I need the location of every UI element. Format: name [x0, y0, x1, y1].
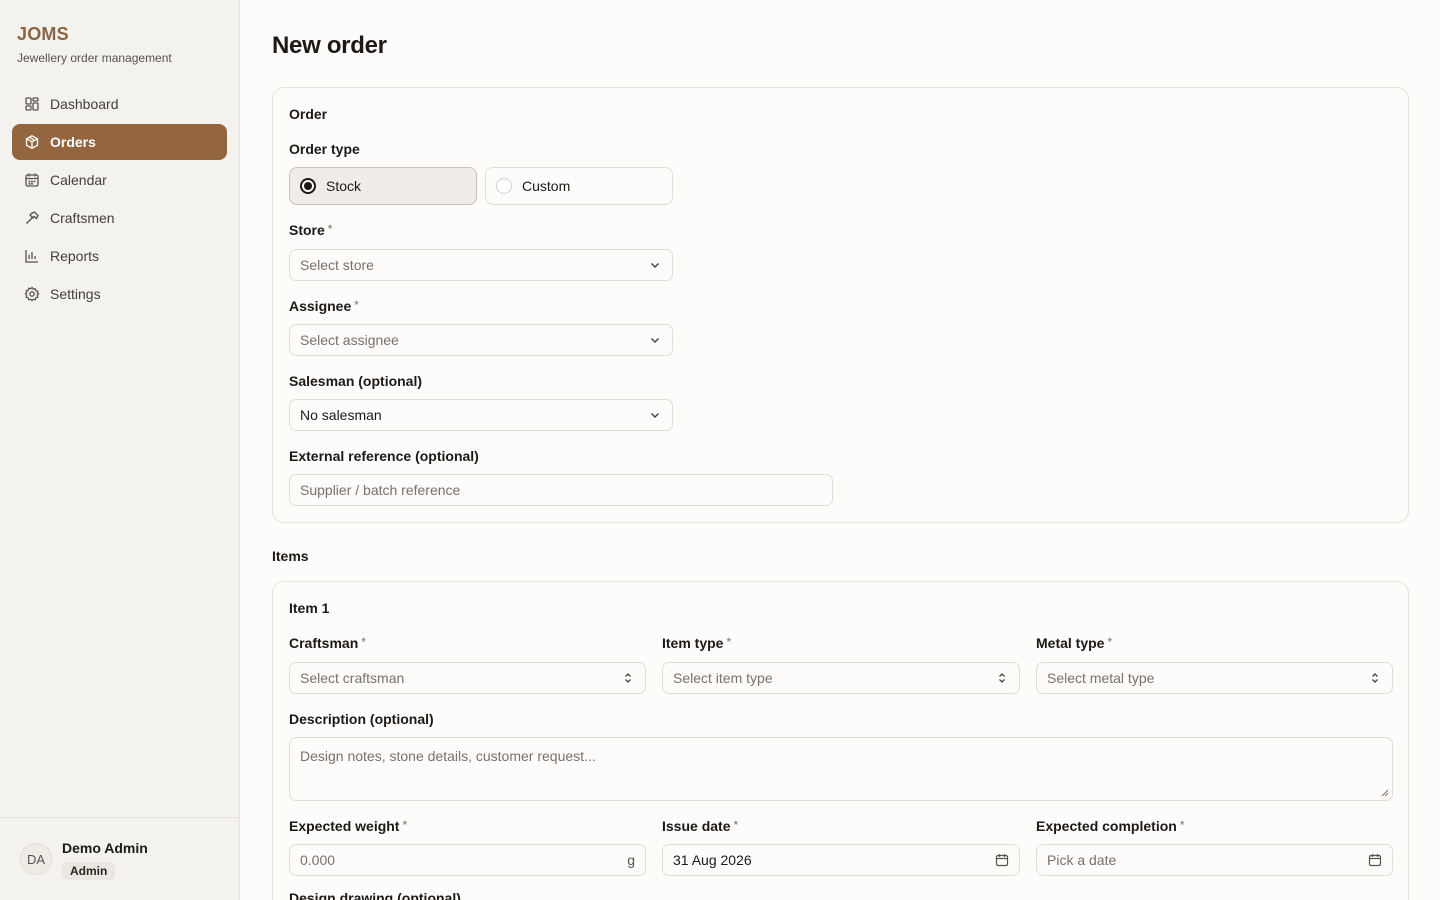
sidebar-item-orders[interactable]: Orders	[12, 124, 227, 160]
page-title: New order	[272, 32, 387, 59]
app-subtitle: Jewellery order management	[17, 51, 172, 65]
dashboard-icon	[25, 97, 39, 111]
order-type-custom-option[interactable]: Custom	[485, 167, 673, 205]
store-select[interactable]: Select store	[289, 249, 673, 281]
issue-date-value: 31 Aug 2026	[673, 852, 752, 868]
brand: JOMS Jewellery order management	[17, 24, 172, 65]
craftsman-label: Craftsman *	[289, 635, 366, 651]
expected-completion-placeholder: Pick a date	[1047, 852, 1117, 868]
issue-date-picker[interactable]: 31 Aug 2026	[662, 844, 1020, 876]
external-reference-placeholder: Supplier / batch reference	[300, 482, 461, 498]
metal-type-placeholder: Select metal type	[1047, 670, 1155, 686]
salesman-label: Salesman (optional)	[289, 373, 423, 389]
design-drawing-label: Design drawing (optional)	[289, 890, 461, 900]
chevrons-up-down-icon	[625, 673, 631, 683]
order-card: Order Order type Stock Custom Store * Sel…	[272, 87, 1409, 523]
calendar-icon	[25, 173, 39, 187]
radio-checked-icon	[300, 178, 316, 194]
resize-handle-icon[interactable]	[1381, 789, 1389, 797]
avatar: DA	[20, 843, 52, 875]
chevrons-up-down-icon	[1372, 673, 1378, 683]
sidebar-item-craftsmen[interactable]: Craftsmen	[12, 200, 227, 236]
issue-date-label: Issue date *	[662, 818, 739, 834]
expected-completion-label: Expected completion *	[1036, 818, 1185, 834]
craftsman-placeholder: Select craftsman	[300, 670, 405, 686]
external-reference-label: External reference (optional)	[289, 448, 479, 464]
description-label: Description (optional)	[289, 711, 434, 727]
sidebar-item-label: Settings	[50, 286, 101, 302]
bar-chart-icon	[25, 250, 38, 263]
sidebar-item-label: Reports	[50, 248, 100, 264]
description-placeholder: Design notes, stone details, customer re…	[300, 748, 596, 764]
expected-weight-placeholder: 0.000	[300, 852, 336, 868]
assignee-placeholder: Select assignee	[300, 332, 399, 348]
chevron-down-icon	[651, 413, 659, 418]
sidebar-item-dashboard[interactable]: Dashboard	[12, 86, 227, 122]
option-label: Custom	[522, 178, 571, 194]
sidebar-item-label: Calendar	[50, 172, 107, 188]
item-card: Item 1 Craftsman * Select craftsman Item …	[272, 581, 1409, 900]
item-type-select[interactable]: Select item type	[662, 662, 1020, 694]
sidebar-item-label: Craftsmen	[50, 210, 115, 226]
order-type-stock-option[interactable]: Stock	[289, 167, 477, 205]
app-name: JOMS	[17, 24, 69, 44]
store-label: Store *	[289, 222, 333, 238]
item-type-placeholder: Select item type	[673, 670, 773, 686]
salesman-select[interactable]: No salesman	[289, 399, 673, 431]
order-card-title: Order	[289, 106, 328, 122]
assignee-select[interactable]: Select assignee	[289, 324, 673, 356]
user-name: Demo Admin	[62, 840, 148, 856]
hammer-icon	[26, 211, 39, 224]
salesman-value: No salesman	[300, 407, 382, 423]
assignee-label: Assignee *	[289, 298, 359, 314]
sidebar-item-reports[interactable]: Reports	[12, 238, 227, 274]
chevron-down-icon	[651, 263, 659, 268]
sidebar-item-label: Orders	[50, 134, 96, 150]
description-textarea[interactable]: Design notes, stone details, customer re…	[289, 737, 1393, 801]
item-card-title: Item 1	[289, 600, 330, 616]
sidebar-nav: Dashboard Orders Calendar Craftsmen Repo…	[12, 86, 227, 314]
item-type-label: Item type *	[662, 635, 732, 651]
role-badge: Admin	[62, 862, 116, 880]
weight-unit: g	[627, 852, 635, 868]
store-placeholder: Select store	[300, 257, 374, 273]
external-reference-input[interactable]: Supplier / batch reference	[289, 474, 833, 506]
calendar-icon	[1368, 854, 1382, 867]
expected-weight-label: Expected weight *	[289, 818, 408, 834]
chevron-down-icon	[651, 338, 659, 343]
option-label: Stock	[326, 178, 362, 194]
package-icon	[25, 135, 39, 149]
sidebar: JOMS Jewellery order management Dashboar…	[0, 0, 240, 900]
metal-type-label: Metal type *	[1036, 635, 1113, 651]
craftsman-select[interactable]: Select craftsman	[289, 662, 646, 694]
sidebar-item-calendar[interactable]: Calendar	[12, 162, 227, 198]
calendar-icon	[995, 854, 1009, 867]
order-type-label: Order type	[289, 141, 360, 157]
items-section-title: Items	[272, 548, 309, 564]
expected-completion-picker[interactable]: Pick a date	[1036, 844, 1393, 876]
metal-type-select[interactable]: Select metal type	[1036, 662, 1393, 694]
sidebar-item-label: Dashboard	[50, 96, 119, 112]
radio-unchecked-icon	[496, 178, 512, 194]
chevrons-up-down-icon	[999, 673, 1005, 683]
gear-icon	[24, 286, 40, 302]
sidebar-item-settings[interactable]: Settings	[12, 276, 227, 312]
expected-weight-input[interactable]: 0.000 g	[289, 844, 646, 876]
user-panel[interactable]: DA Demo Admin Admin	[0, 817, 239, 900]
